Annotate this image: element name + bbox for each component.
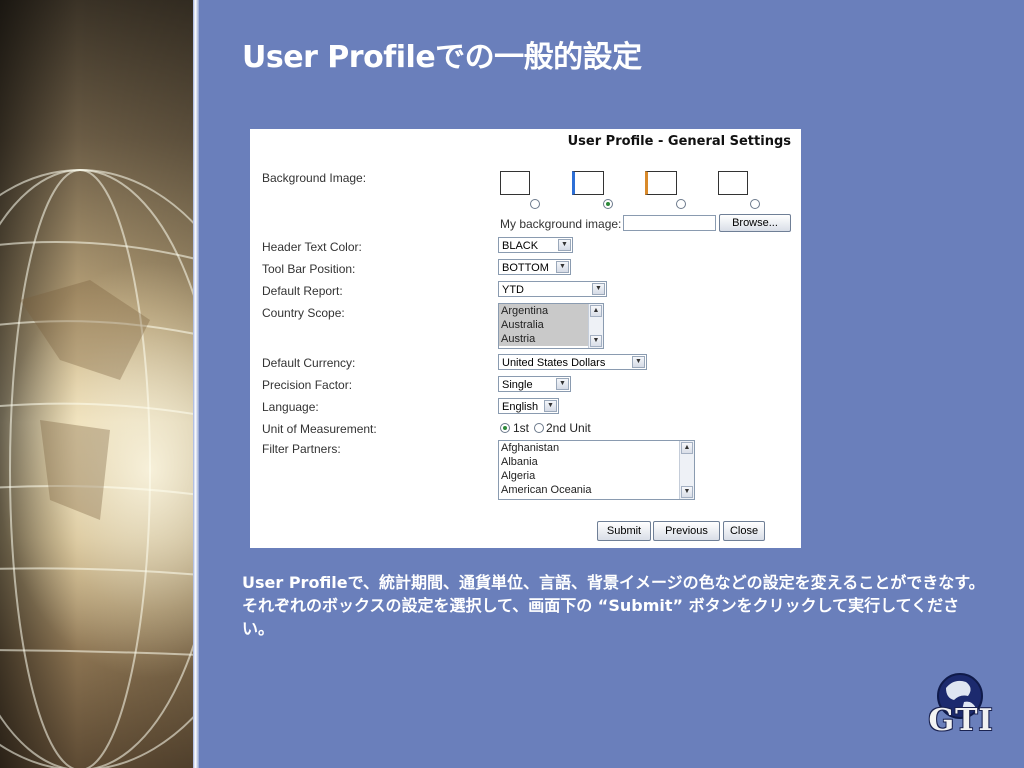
default-currency-label: Default Currency: [262,356,356,370]
tool-bar-position-label: Tool Bar Position: [262,262,356,276]
chevron-down-icon: ▼ [558,239,571,251]
previous-button[interactable]: Previous [653,521,720,541]
country-scope-scrollbar[interactable]: ▲ ▼ [588,304,603,348]
default-report-label: Default Report: [262,284,343,298]
unit-radio-1st[interactable] [500,423,510,433]
browse-button[interactable]: Browse... [719,214,791,232]
tool-bar-position-select[interactable]: BOTTOM ▼ [498,259,571,275]
scroll-up-icon[interactable]: ▲ [681,442,693,454]
country-scope-listbox[interactable]: Argentina Australia Austria ▲ ▼ [498,303,604,349]
unit-of-measurement-label: Unit of Measurement: [262,422,377,436]
unit-option-2nd-label: 2nd Unit [546,421,591,435]
tool-bar-position-value: BOTTOM [502,262,549,274]
language-select[interactable]: English ▼ [498,398,559,414]
list-item[interactable]: Albania [499,455,694,469]
background-radio-2[interactable] [603,199,613,209]
default-currency-value: United States Dollars [502,357,606,369]
slide-caption: User Profileで、統計期間、通貨単位、言語、背景イメージの色などの設定… [242,573,985,638]
default-report-value: YTD [502,284,524,296]
gti-logo-text: GTI [928,703,994,738]
header-text-color-value: BLACK [502,240,539,252]
precision-factor-value: Single [502,379,533,391]
list-item[interactable]: American Oceania [499,483,694,497]
precision-factor-select[interactable]: Single ▼ [498,376,571,392]
filter-partners-listbox[interactable]: Afghanistan Albania Algeria American Oce… [498,440,695,500]
default-report-select[interactable]: YTD ▼ [498,281,607,297]
background-radio-1[interactable] [530,199,540,209]
panel-title: User Profile - General Settings [567,134,791,149]
slide-divider [193,0,199,768]
default-currency-select[interactable]: United States Dollars ▼ [498,354,647,370]
country-scope-label: Country Scope: [262,306,345,320]
background-radio-4[interactable] [750,199,760,209]
close-button[interactable]: Close [723,521,765,541]
chevron-down-icon: ▼ [592,283,605,295]
chevron-down-icon: ▼ [556,378,569,390]
filter-partners-label: Filter Partners: [262,442,341,456]
background-radio-3[interactable] [676,199,686,209]
background-image-label: Background Image: [262,171,367,185]
list-item[interactable]: Afghanistan [499,441,694,455]
my-background-image-label: My background image: [500,217,622,231]
scroll-up-icon[interactable]: ▲ [590,305,602,317]
scroll-down-icon[interactable]: ▼ [681,486,693,498]
scroll-down-icon[interactable]: ▼ [590,335,602,347]
language-value: English [502,401,539,413]
submit-button[interactable]: Submit [597,521,651,541]
general-settings-panel: User Profile - General Settings Backgrou… [250,129,801,548]
chevron-down-icon: ▼ [632,356,645,368]
language-label: Language: [262,400,319,414]
unit-radio-2nd[interactable] [534,423,544,433]
precision-factor-label: Precision Factor: [262,378,353,392]
background-thumbnail-2[interactable] [572,171,604,195]
header-text-color-label: Header Text Color: [262,240,362,254]
slide-title: User Profileでの一般的設定 [242,40,642,75]
globe-grid-lines [0,169,193,768]
background-thumbnail-4[interactable] [718,171,748,195]
unit-option-1st-label: 1st [513,421,530,435]
chevron-down-icon: ▼ [556,261,569,273]
background-thumbnail-1[interactable] [500,171,530,195]
background-thumbnail-3[interactable] [645,171,677,195]
my-background-image-input[interactable] [623,215,716,231]
globe-background-image [0,0,193,768]
filter-partners-scrollbar[interactable]: ▲ ▼ [679,441,694,499]
header-text-color-select[interactable]: BLACK ▼ [498,237,573,253]
chevron-down-icon: ▼ [544,400,557,412]
list-item[interactable]: Algeria [499,469,694,483]
